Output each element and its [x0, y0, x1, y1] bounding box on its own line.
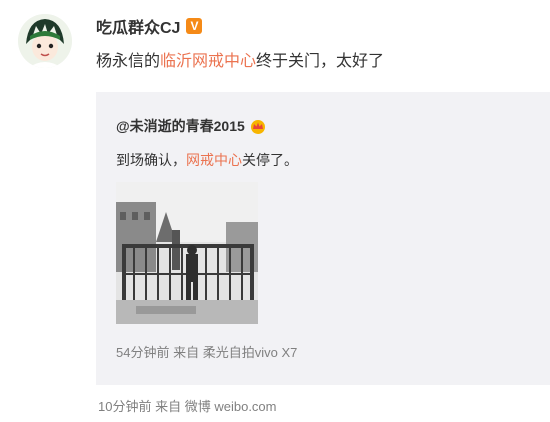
repost-source[interactable]: 柔光自拍vivo X7: [203, 345, 298, 360]
repost-card[interactable]: @未消逝的青春2015 到场确认，网戒中心关停了。 54分钟前 来自 柔光自拍v…: [96, 92, 550, 385]
post-text-suffix: 终于关门，太好了: [256, 53, 385, 70]
repost-author-name[interactable]: @未消逝的青春2015: [116, 116, 245, 136]
post-from-label: 来自: [155, 399, 182, 414]
repost-content: 到场确认，网戒中心关停了。: [116, 150, 298, 170]
post-author[interactable]: 吃瓜群众CJ V: [96, 14, 203, 38]
repost-topic-link[interactable]: 网戒中心: [186, 152, 242, 168]
user-avatar[interactable]: [18, 14, 72, 68]
post-source[interactable]: 微博 weibo.com: [185, 399, 277, 414]
post-meta: 10分钟前 来自 微博 weibo.com: [98, 396, 276, 415]
post-author-name[interactable]: 吃瓜群众CJ: [96, 14, 180, 38]
repost-text-prefix: 到场确认，: [116, 152, 186, 168]
repost-time[interactable]: 54分钟前: [116, 345, 169, 360]
post-time[interactable]: 10分钟前: [98, 399, 151, 414]
post-content: 杨永信的临沂网戒中心终于关门，太好了: [96, 47, 384, 71]
avatar-image: [18, 14, 72, 68]
repost-author[interactable]: @未消逝的青春2015: [116, 116, 267, 136]
repost-from-label: 来自: [173, 345, 200, 360]
photo-thumbnail[interactable]: [116, 182, 258, 324]
repost-meta: 54分钟前 来自 柔光自拍vivo X7: [116, 342, 297, 361]
verified-badge-icon: V: [186, 18, 203, 34]
repost-text-suffix: 关停了。: [242, 152, 298, 168]
gate-photo-image: [116, 182, 258, 324]
crown-icon: [250, 120, 265, 134]
post-text-prefix: 杨永信的: [96, 53, 161, 70]
post-topic-link[interactable]: 临沂网戒中心: [160, 53, 256, 70]
